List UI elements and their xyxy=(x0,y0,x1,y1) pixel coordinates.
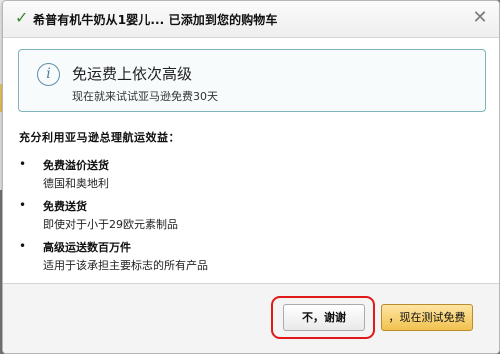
benefit-description: 适用于该承担主要标志的所有产品 xyxy=(43,259,208,272)
benefit-item-free-shipping: • 免费送货 即使对于小于29欧元素制品 xyxy=(19,198,439,238)
close-icon[interactable]: ✕ xyxy=(471,9,489,27)
added-to-cart-dialog: ✓ 希普有机牛奶从1婴儿... 已添加到您的购物车 ✕ i 免运费上依次高级 现… xyxy=(2,0,500,354)
benefits-heading: 充分利用亚马逊总理航运效益： xyxy=(19,131,180,144)
benefit-description: 即使对于小于29欧元素制品 xyxy=(43,218,178,231)
dialog-header: ✓ 希普有机牛奶从1婴儿... 已添加到您的购物车 ✕ xyxy=(3,1,499,38)
bullet-icon: • xyxy=(19,157,27,171)
bullet-icon: • xyxy=(19,239,27,253)
dialog-title: 希普有机牛奶从1婴儿... 已添加到您的购物车 xyxy=(33,13,278,27)
info-icon: i xyxy=(37,63,60,86)
prime-notice-box: i 免运费上依次高级 现在就来试试亚马逊免费30天 xyxy=(18,49,486,112)
benefit-title: 高级运送数百万件 xyxy=(43,241,131,254)
try-free-button[interactable]: ，现在测试免费 xyxy=(381,304,473,331)
benefit-item-premium-delivery-millions: • 高级运送数百万件 适用于该承担主要标志的所有产品 xyxy=(19,239,439,279)
no-thanks-button[interactable]: 不，谢谢 xyxy=(283,304,365,331)
bullet-icon: • xyxy=(19,198,27,212)
check-icon: ✓ xyxy=(15,8,29,27)
benefit-title: 免费送货 xyxy=(43,200,87,213)
notice-subtitle: 现在就来试试亚马逊免费30天 xyxy=(72,90,218,103)
notice-title: 免运费上依次高级 xyxy=(72,65,193,83)
benefit-title: 免费溢价送货 xyxy=(43,159,109,172)
benefit-description: 德国和奥地利 xyxy=(43,177,109,190)
benefit-item-free-premium-delivery: • 免费溢价送货 德国和奥地利 xyxy=(19,157,439,197)
dialog-footer: 不，谢谢 ，现在测试免费 xyxy=(3,283,499,353)
